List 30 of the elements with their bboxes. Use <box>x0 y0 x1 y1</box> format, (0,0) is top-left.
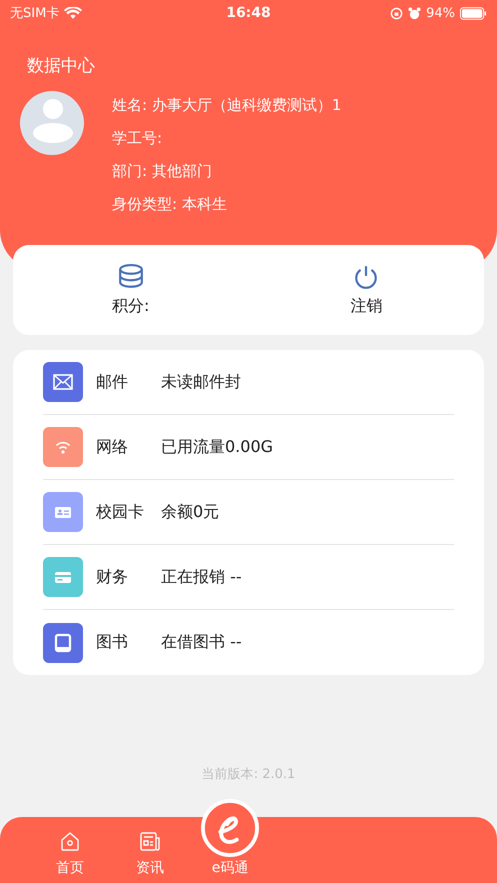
points-button[interactable]: 积分: <box>13 245 248 335</box>
service-name: 邮件 <box>96 372 129 392</box>
carrier-label: 无SIM卡 <box>10 5 60 22</box>
service-name: 网络 <box>96 436 129 458</box>
service-value: 在借图书 -- <box>161 632 242 653</box>
service-value: 未读邮件封 <box>161 372 241 392</box>
profile-line: 部门: 其他部门 <box>112 161 213 182</box>
tab-item[interactable]: e码通 <box>190 795 270 883</box>
profile-line: 身份类型: 本科生 <box>112 194 228 215</box>
battery-percent: 94% <box>426 6 455 20</box>
service-name: 校园卡 <box>96 502 145 522</box>
rotation-lock-icon <box>390 6 404 20</box>
service-name: 财务 <box>96 566 129 588</box>
power-icon <box>353 264 380 290</box>
battery-icon <box>460 6 487 20</box>
database-icon <box>118 264 144 290</box>
tab-item[interactable]: 资讯 <box>110 817 190 883</box>
profile-line: 姓名: 办事大厅（迪科缴费测试）1 <box>112 95 342 116</box>
wifi-icon <box>64 6 82 20</box>
avatar-icon <box>20 91 84 155</box>
logout-button[interactable]: 注销 <box>248 245 484 335</box>
service-value: 正在报销 -- <box>161 566 242 588</box>
alarm-icon <box>408 6 422 20</box>
tab-item[interactable]: 首页 <box>30 817 110 883</box>
service-value: 余额0元 <box>161 502 220 522</box>
service-value: 已用流量0.00G <box>161 436 274 458</box>
service-name: 图书 <box>96 632 129 653</box>
profile-line: 学工号: <box>112 128 164 149</box>
status-time: 16:48 <box>226 5 271 21</box>
page-title: 数据中心 <box>27 55 96 77</box>
